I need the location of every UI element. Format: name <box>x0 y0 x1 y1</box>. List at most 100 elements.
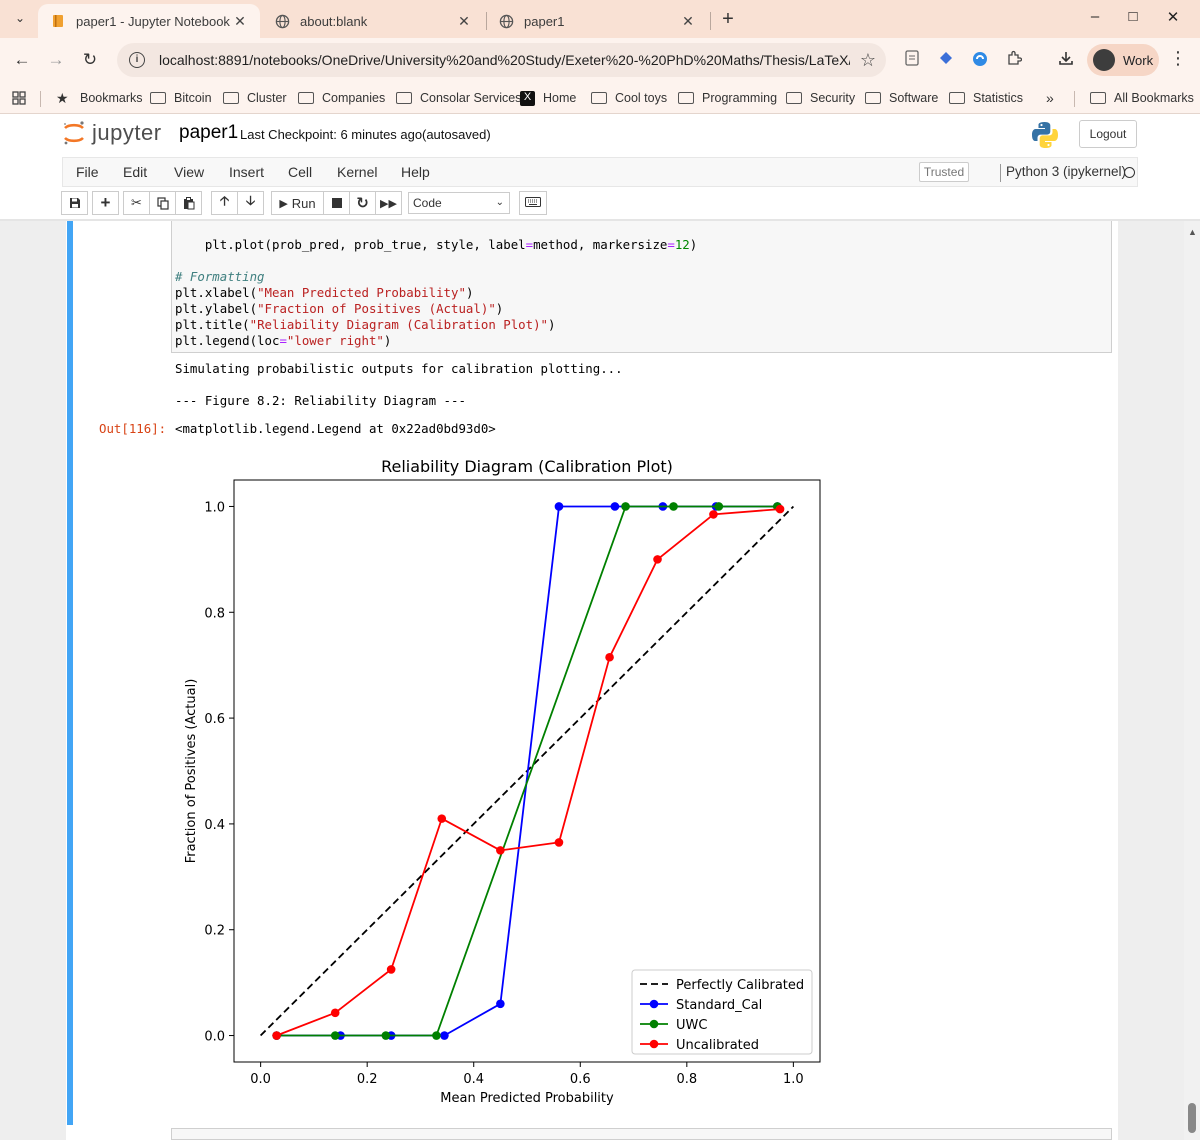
extension-diamond-icon[interactable] <box>936 50 956 70</box>
close-tab-icon[interactable]: ✕ <box>232 13 248 30</box>
toolbar-group-save <box>61 191 88 215</box>
bookmark-software[interactable]: Software <box>865 87 938 109</box>
paste-icon[interactable] <box>175 191 202 215</box>
copy-icon[interactable] <box>149 191 176 215</box>
keyboard-shortcuts-icon[interactable] <box>519 191 547 215</box>
bookmark-companies[interactable]: Companies <box>298 87 385 109</box>
tab-about-blank[interactable]: about:blank ✕ <box>262 4 484 38</box>
site-info-icon[interactable]: i <box>129 52 145 68</box>
maximize-icon[interactable]: □ <box>1118 8 1148 30</box>
run-button[interactable]: ▶ Run <box>271 191 324 215</box>
globe-icon <box>498 13 514 29</box>
close-tab-icon[interactable]: ✕ <box>680 13 696 30</box>
scroll-up-icon[interactable]: ▲ <box>1188 227 1197 237</box>
y-tick-label: 1.0 <box>204 500 225 515</box>
menu-cell[interactable]: Cell <box>288 164 312 180</box>
save-icon[interactable] <box>61 191 88 215</box>
notebook-name[interactable]: paper1 <box>179 122 238 144</box>
profile-button[interactable]: Work <box>1087 44 1159 76</box>
move-down-icon[interactable]: 🡣 <box>237 191 264 215</box>
reader-mode-icon[interactable] <box>902 50 922 70</box>
all-bookmarks[interactable]: All Bookmarks <box>1090 87 1194 109</box>
menu-edit[interactable]: Edit <box>123 164 147 180</box>
play-icon: ▶ <box>279 197 288 210</box>
tab-paper1-jupyter[interactable]: paper1 - Jupyter Notebook ✕ <box>38 4 260 38</box>
browser-menu-icon[interactable]: ⋮ <box>1168 48 1188 69</box>
page-scrollbar[interactable]: ▲ <box>1184 221 1200 1140</box>
move-up-icon[interactable]: 🡡 <box>211 191 238 215</box>
profile-label: Work <box>1123 52 1154 68</box>
new-tab-icon[interactable]: + <box>716 8 740 32</box>
code-line: plt.legend(loc="lower right") <box>175 333 392 348</box>
y-tick-label: 0.8 <box>204 606 225 621</box>
tab-title: about:blank <box>300 13 368 29</box>
data-point-2 <box>714 502 724 511</box>
extension-sync-icon[interactable] <box>970 50 990 70</box>
close-tab-icon[interactable]: ✕ <box>456 13 472 30</box>
bookmarks-bar: ★ Bookmarks Bitcoin Cluster Companies Con… <box>0 82 1200 114</box>
url-text[interactable]: localhost:8891/notebooks/OneDrive/Univer… <box>159 52 850 68</box>
legend-label: Uncalibrated <box>676 1038 759 1053</box>
code-line: plt.title("Reliability Diagram (Calibrat… <box>175 317 556 332</box>
jupyter-logo[interactable]: jupyter <box>62 120 162 146</box>
cell-type-select[interactable]: Code ⌄ <box>408 192 510 214</box>
bookmark-statistics[interactable]: Statistics <box>949 87 1023 109</box>
data-point-2 <box>432 1031 441 1040</box>
apps-grid-icon[interactable] <box>12 87 26 109</box>
tab-paper1[interactable]: paper1 ✕ <box>486 4 708 38</box>
insert-cell-icon[interactable]: + <box>92 191 119 215</box>
folder-icon <box>396 92 412 104</box>
kernel-name[interactable]: Python 3 (ipykernel) <box>1006 164 1126 179</box>
extensions-puzzle-icon[interactable] <box>1004 50 1024 70</box>
y-tick-label: 0.4 <box>204 818 225 833</box>
legend-swatch-marker <box>649 999 659 1009</box>
x-tick-label: 1.0 <box>783 1072 804 1087</box>
output-repr: <matplotlib.legend.Legend at 0x22ad0bd93… <box>175 421 496 436</box>
bookmark-security[interactable]: Security <box>786 87 855 109</box>
cut-icon[interactable]: ✂ <box>123 191 150 215</box>
menu-view[interactable]: View <box>174 164 204 180</box>
data-point-3 <box>496 846 505 855</box>
stop-icon[interactable] <box>323 191 350 215</box>
legend-label: Perfectly Calibrated <box>676 978 804 993</box>
python-logo-icon <box>1030 120 1060 150</box>
downloads-icon[interactable] <box>1056 50 1076 70</box>
kernel-idle-indicator-icon <box>1124 167 1135 178</box>
menu-help[interactable]: Help <box>401 164 430 180</box>
reload-icon[interactable]: ↻ <box>78 48 102 72</box>
back-icon[interactable]: ← <box>10 48 34 72</box>
legend-swatch-marker <box>649 1019 659 1029</box>
address-bar[interactable]: i localhost:8891/notebooks/OneDrive/Univ… <box>117 43 886 77</box>
folder-icon <box>223 92 239 104</box>
bookmark-cluster[interactable]: Cluster <box>223 87 287 109</box>
data-point-3 <box>653 555 662 564</box>
jupyter-menubar: File Edit View Insert Cell Kernel Help T… <box>62 157 1138 187</box>
toolbar-group-run: ▶ Run ↻ ▶▶ <box>271 191 402 215</box>
restart-run-all-icon[interactable]: ▶▶ <box>375 191 402 215</box>
bookmark-programming[interactable]: Programming <box>678 87 777 109</box>
forward-icon[interactable]: → <box>44 48 68 72</box>
browser-toolbar: ← → ↻ i localhost:8891/notebooks/OneDriv… <box>0 38 1200 82</box>
x-tick-label: 0.8 <box>676 1072 697 1087</box>
bookmark-cool-toys[interactable]: Cool toys <box>591 87 667 109</box>
menu-insert[interactable]: Insert <box>229 164 264 180</box>
minimize-icon[interactable]: – <box>1080 8 1110 30</box>
bookmark-consolar-services[interactable]: Consolar Services <box>396 87 521 109</box>
bookmark-star-icon[interactable]: ☆ <box>850 50 886 71</box>
bookmark-home[interactable]: X Home <box>520 87 576 109</box>
next-code-cell[interactable] <box>171 1128 1112 1140</box>
bookmark-bookmarks[interactable]: ★ Bookmarks <box>56 87 143 109</box>
data-point-3 <box>775 504 785 514</box>
close-window-icon[interactable]: ✕ <box>1158 8 1188 30</box>
bookmark-bitcoin[interactable]: Bitcoin <box>150 87 212 109</box>
data-point-3 <box>272 1031 281 1040</box>
run-label: Run <box>291 195 316 211</box>
scrollbar-thumb[interactable] <box>1188 1103 1196 1133</box>
menu-file[interactable]: File <box>76 164 99 180</box>
trusted-badge[interactable]: Trusted <box>919 162 969 182</box>
more-bookmarks-icon[interactable]: » <box>1046 87 1054 109</box>
tab-search-chevron-icon[interactable]: ⌄ <box>8 6 32 30</box>
logout-button[interactable]: Logout <box>1079 120 1137 148</box>
restart-icon[interactable]: ↻ <box>349 191 376 215</box>
menu-kernel[interactable]: Kernel <box>337 164 377 180</box>
